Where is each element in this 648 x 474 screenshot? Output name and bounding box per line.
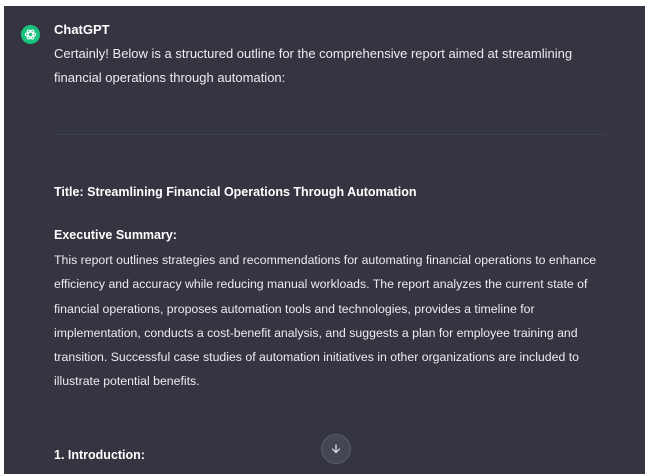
openai-logo-icon — [24, 29, 37, 40]
message-intro-text: Certainly! Below is a structured outline… — [54, 46, 573, 85]
arrow-down-icon — [331, 444, 341, 454]
report-title: Title: Streamlining Financial Operations… — [54, 185, 417, 199]
executive-summary-heading: Executive Summary: — [54, 228, 177, 242]
chatgpt-avatar — [21, 25, 40, 44]
window-top-edge — [0, 0, 648, 6]
executive-summary-text: This report outlines strategies and reco… — [54, 253, 597, 389]
message-author: ChatGPT — [54, 22, 110, 37]
window-left-edge — [0, 0, 4, 474]
horizontal-rule — [54, 134, 606, 135]
scroll-to-bottom-button[interactable] — [321, 434, 351, 464]
introduction-heading: 1. Introduction: — [54, 448, 145, 462]
